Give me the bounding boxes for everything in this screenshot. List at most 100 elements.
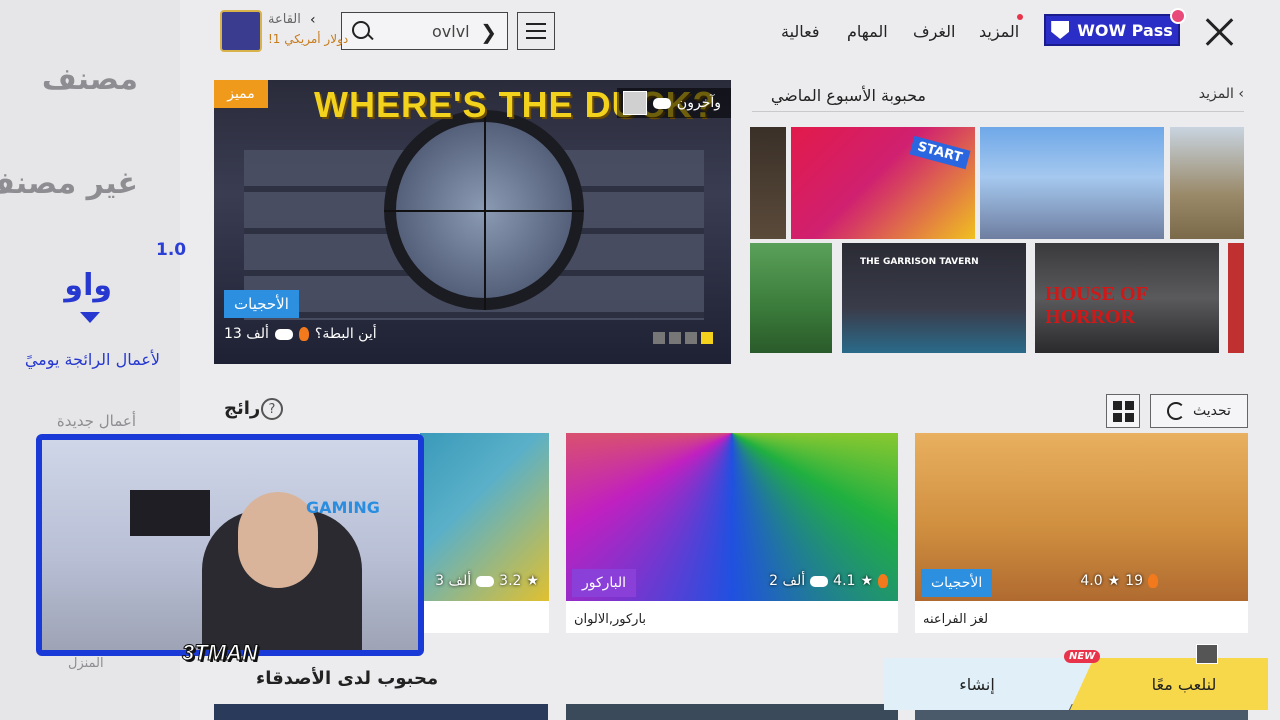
- search-value: ovlvl: [432, 22, 470, 41]
- players-count: 13 ألف: [224, 326, 269, 342]
- new-badge: NEW: [1064, 650, 1101, 663]
- refresh-icon: [1167, 402, 1186, 420]
- more-label: المزيد: [1198, 86, 1234, 102]
- wow-pass-label: WOW Pass: [1077, 20, 1173, 40]
- hall-label[interactable]: القاعة: [268, 12, 301, 27]
- version-label: 1.0: [156, 240, 187, 260]
- others-label: وآخرون: [676, 95, 721, 111]
- game-thumbnail[interactable]: [980, 127, 1164, 239]
- help-icon[interactable]: ?: [261, 398, 283, 420]
- category-wow[interactable]: واو: [64, 268, 112, 303]
- webcam-sign: GAMING: [306, 498, 380, 517]
- category-unclassified[interactable]: غير مصنف: [0, 166, 138, 201]
- gamepad-icon: [810, 575, 829, 587]
- grid-view-button[interactable]: [1106, 394, 1140, 428]
- chevron-left-icon: ‹: [310, 12, 316, 28]
- category-tag: الأحجيات: [921, 569, 993, 597]
- category-classified[interactable]: مصنف: [42, 62, 138, 97]
- game-card[interactable]: 3 ألف 3.2 ★: [420, 433, 549, 633]
- tile-label: THE GARRISON TAVERN: [860, 257, 979, 267]
- nav-more[interactable]: المزيد: [979, 22, 1019, 41]
- game-card[interactable]: الأحجيات 4.0 ★ 19 لغز الفراعنه: [915, 433, 1248, 633]
- gamepad-icon: [652, 97, 671, 109]
- action-bar: إنشاء لنلعب معًا NEW: [884, 650, 1268, 710]
- game-card[interactable]: الباركور 2 ألف 4.1 ★ باركور,الالوان: [566, 433, 898, 633]
- featured-banner[interactable]: WHERE'S THE DUCK? مميز وآخرون الأحجيات 1…: [214, 80, 731, 364]
- search-icon: [352, 21, 370, 39]
- game-thumbnail[interactable]: [214, 704, 548, 720]
- game-thumbnail[interactable]: START: [791, 127, 975, 239]
- gamepad-icon: [274, 328, 293, 340]
- refresh-label: تحديث: [1193, 403, 1231, 419]
- game-thumbnail[interactable]: [750, 243, 832, 353]
- game-thumbnail[interactable]: [1228, 243, 1244, 353]
- tile-label: START: [909, 135, 971, 170]
- chevron-down-icon: [80, 312, 100, 323]
- players-others: وآخرون: [616, 88, 731, 118]
- section-title: محبوبة الأسبوع الماضي: [770, 86, 926, 105]
- category-tag: الباركور: [572, 569, 637, 597]
- hall-subtitle: !1 دولار أمريكي: [268, 32, 349, 46]
- players-count: 19: [1125, 573, 1143, 589]
- fire-icon: [1148, 574, 1158, 588]
- wow-pass-button[interactable]: WOW Pass: [1044, 8, 1186, 46]
- card-stats: 3 ألف 3.2 ★: [435, 573, 539, 589]
- players-count: 2 ألف: [769, 573, 806, 589]
- sidebar-item-daily-trending[interactable]: لأعمال الرائجة يوميً: [25, 350, 160, 369]
- rating: 4.0: [1080, 573, 1103, 589]
- game-thumbnail[interactable]: [1170, 127, 1244, 239]
- grid-icon-cell: [1112, 400, 1122, 410]
- trending-title: رائج: [224, 398, 261, 419]
- fire-icon: [878, 574, 888, 588]
- star-icon: ★: [526, 573, 539, 589]
- menu-icon-line: [526, 30, 546, 32]
- search-input[interactable]: ovlvl ❯: [341, 12, 508, 50]
- shield-icon: [1051, 21, 1070, 39]
- more-link[interactable]: المزيد ‹: [1199, 86, 1244, 102]
- play-together-button[interactable]: لنلعب معًا: [1070, 658, 1268, 710]
- carousel-dot[interactable]: [685, 332, 697, 344]
- nav-event[interactable]: فعالية: [781, 22, 820, 41]
- nav-tasks[interactable]: المهام: [847, 22, 888, 41]
- tile-label: HOUSE OF HORROR: [1045, 283, 1148, 328]
- notification-badge: [1170, 8, 1186, 24]
- game-thumbnail[interactable]: THE GARRISON TAVERN: [842, 243, 1026, 353]
- scope-graphic: [384, 110, 584, 310]
- menu-icon-line: [526, 37, 546, 39]
- rating: 4.1: [833, 573, 856, 589]
- carousel-dot-active[interactable]: [701, 332, 713, 344]
- hall-avatar[interactable]: [220, 10, 262, 52]
- chevron-right-icon: ❯: [480, 20, 497, 44]
- star-icon: ★: [860, 573, 873, 589]
- close-button[interactable]: [1198, 10, 1242, 54]
- game-thumbnail[interactable]: HOUSE OF HORROR: [1035, 243, 1219, 353]
- category-tag: الأحجيات: [224, 290, 299, 318]
- webcam-tv: [130, 490, 210, 536]
- rating: 3.2: [499, 573, 522, 589]
- carousel-dot[interactable]: [669, 332, 681, 344]
- gamepad-icon: [476, 575, 495, 587]
- card-stats: 2 ألف 4.1 ★: [769, 573, 888, 589]
- grid-icon-cell: [1124, 412, 1134, 422]
- card-stats: 4.0 ★ 19: [1080, 573, 1158, 589]
- featured-stats: 13 ألف أين البطة؟: [224, 326, 377, 342]
- star-icon: ★: [1107, 573, 1121, 589]
- avatar-icon[interactable]: [1196, 644, 1218, 664]
- menu-icon-line: [526, 23, 546, 25]
- create-button[interactable]: إنشاء: [884, 658, 1094, 710]
- grid-icon-cell: [1124, 400, 1134, 410]
- sidebar-item-new-works[interactable]: أعمال جديدة: [57, 412, 136, 430]
- fire-icon: [298, 327, 309, 341]
- carousel-dots: [653, 332, 713, 344]
- carousel-dot[interactable]: [653, 332, 665, 344]
- sidebar-item-home[interactable]: المنزل: [68, 656, 104, 671]
- streamer-name: 3TMAN: [182, 640, 259, 666]
- game-thumbnail[interactable]: [750, 127, 786, 239]
- game-thumbnail[interactable]: [566, 704, 898, 720]
- refresh-button[interactable]: تحديث: [1150, 394, 1248, 428]
- featured-badge: مميز: [214, 80, 268, 108]
- featured-name: أين البطة؟: [314, 326, 377, 342]
- nav-rooms[interactable]: الغرف: [913, 22, 955, 41]
- card-title: باركور,الالوان: [574, 612, 647, 627]
- menu-button[interactable]: [517, 12, 555, 50]
